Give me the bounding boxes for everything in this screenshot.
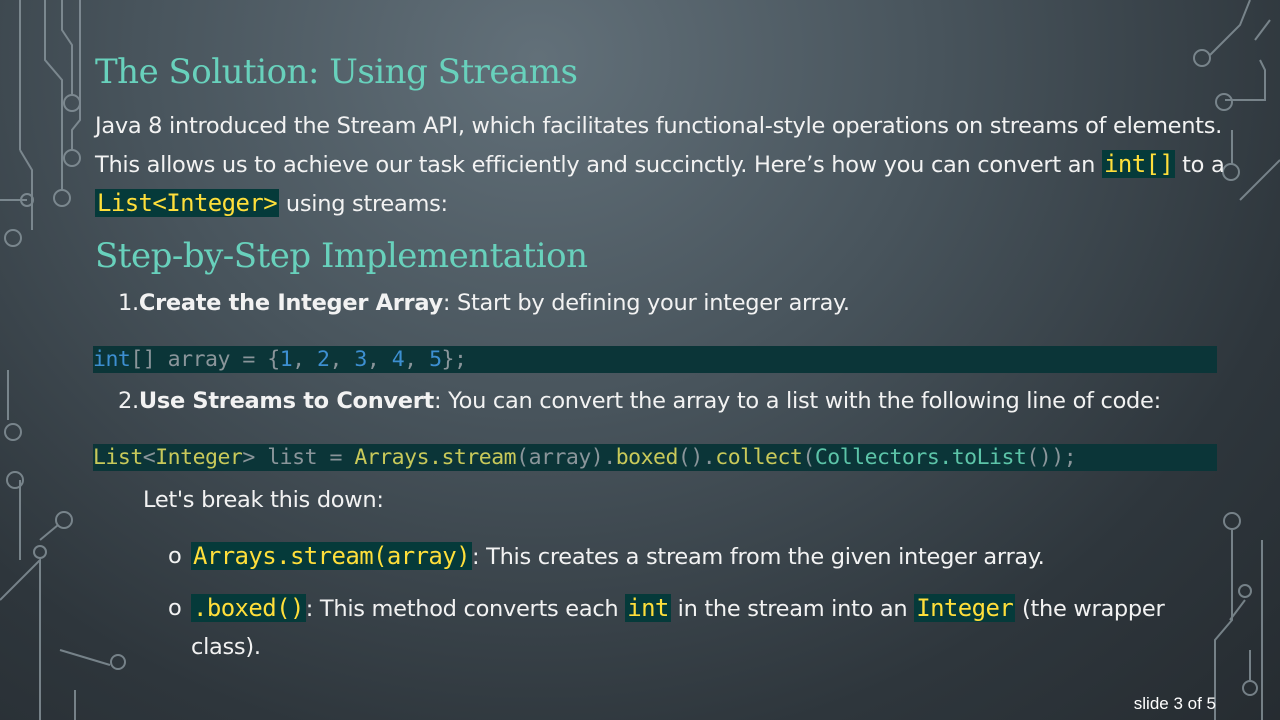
code-token: collect xyxy=(715,445,803,470)
breakdown-lead: Let's break this down: xyxy=(143,487,384,513)
breakdown-item-1: o Arrays.stream(array): This creates a st… xyxy=(168,537,1168,576)
step-number: 2. xyxy=(118,388,139,414)
code-block-array: int[] array = {1, 2, 3, 4, 5}; xyxy=(93,346,1217,373)
code-token: [] array = { xyxy=(130,347,280,372)
code-token: boxed xyxy=(615,445,679,470)
code-token: ( xyxy=(802,445,815,470)
code-token: < xyxy=(142,445,156,470)
step-1: 1.Create the Integer Array: Start by def… xyxy=(118,290,850,316)
code-token: Integer xyxy=(155,445,243,470)
step-label: Use Streams to Convert xyxy=(138,388,435,414)
item-text: in the stream into an xyxy=(670,596,915,622)
inline-code-int: int xyxy=(625,594,671,622)
code-token: , xyxy=(366,347,392,372)
code-token: List xyxy=(93,445,143,470)
code-token: , xyxy=(329,347,355,372)
step-text: : You can convert the array to a list wi… xyxy=(434,388,1161,414)
code-token: 4 xyxy=(391,347,405,372)
code-token: ()); xyxy=(1026,445,1077,470)
intro-text-3: using streams: xyxy=(279,191,448,217)
bullet: o xyxy=(168,543,182,569)
code-token: 3 xyxy=(354,347,367,372)
section-heading: Step-by-Step Implementation xyxy=(95,236,588,276)
intro-paragraph: Java 8 introduced the Stream API, which … xyxy=(95,107,1225,223)
item-text: : This method converts each xyxy=(305,596,626,622)
code-token: (array). xyxy=(516,445,616,470)
code-token: , xyxy=(404,347,430,372)
slide-title: The Solution: Using Streams xyxy=(95,52,578,92)
bullet: o xyxy=(168,595,182,621)
code-block-stream: List<Integer> list = Arrays.stream(array… xyxy=(93,444,1217,471)
step-text: : Start by defining your integer array. xyxy=(442,290,850,316)
code-token: 2 xyxy=(317,347,330,372)
code-token: > list = xyxy=(242,445,355,470)
intro-text-1: Java 8 introduced the Stream API, which … xyxy=(95,113,1222,178)
inline-code-int-array: int[] xyxy=(1102,150,1176,178)
code-token: 1 xyxy=(279,347,293,372)
inline-code-integer: Integer xyxy=(914,594,1016,622)
step-label: Create the Integer Array xyxy=(138,290,443,316)
slide-counter: slide 3 of 5 xyxy=(1133,694,1216,713)
code-token: int xyxy=(93,347,131,372)
code-token: , xyxy=(292,347,318,372)
step-number: 1. xyxy=(118,290,139,316)
code-token: Collectors.toList xyxy=(814,445,1027,470)
item-text: : This creates a stream from the given i… xyxy=(472,544,1045,570)
code-token: }; xyxy=(441,347,467,372)
inline-code-arrays-stream: Arrays.stream(array) xyxy=(191,542,472,570)
code-token: (). xyxy=(677,445,716,470)
intro-text-2: to a xyxy=(1175,152,1225,178)
inline-code-boxed: .boxed() xyxy=(191,594,306,622)
breakdown-item-2: o .boxed(): This method converts each int… xyxy=(168,589,1168,666)
code-token: 5 xyxy=(429,347,442,372)
inline-code-list-integer: List<Integer> xyxy=(95,189,280,217)
step-2: 2.Use Streams to Convert: You can conver… xyxy=(118,388,1161,414)
code-token: Arrays.stream xyxy=(354,445,517,470)
